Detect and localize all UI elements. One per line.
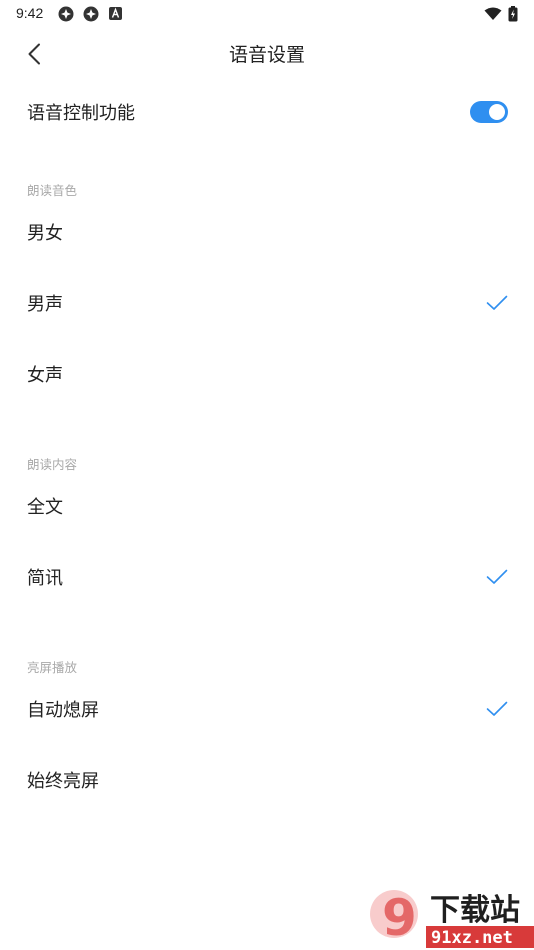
watermark-url: 91xz.net xyxy=(431,928,513,948)
option-label: 自动熄屏 xyxy=(27,700,99,721)
option-row-brief[interactable]: 简讯 xyxy=(0,542,534,612)
voice-control-row[interactable]: 语音控制功能 xyxy=(0,77,534,147)
checkmark-icon xyxy=(486,569,508,584)
watermark-logo: 9 下载站 91xz.net xyxy=(370,889,534,948)
option-row-male-voice[interactable]: 男声 xyxy=(0,268,534,338)
checkmark-icon xyxy=(486,295,508,310)
status-time: 9:42 xyxy=(16,5,44,21)
notification-a-icon xyxy=(109,7,122,20)
toggle-knob xyxy=(489,104,505,120)
page-title: 语音设置 xyxy=(228,44,305,66)
option-label: 简讯 xyxy=(27,568,63,589)
option-label: 男声 xyxy=(27,294,63,315)
status-bar: 9:42 xyxy=(0,0,534,28)
checkmark-icon xyxy=(486,701,508,716)
voice-control-toggle[interactable] xyxy=(470,101,508,123)
option-row-female-voice[interactable]: 女声 xyxy=(0,339,534,409)
option-row-full-text[interactable]: 全文 xyxy=(0,471,534,541)
notification-app-icon xyxy=(58,6,74,22)
wifi-icon xyxy=(484,7,502,20)
option-label: 男女 xyxy=(27,223,63,244)
watermark-title: 下载站 xyxy=(430,893,520,928)
option-label: 始终亮屏 xyxy=(27,771,99,792)
option-label: 女声 xyxy=(27,365,63,386)
app-header: 语音设置 xyxy=(0,30,534,76)
option-label: 全文 xyxy=(27,497,63,518)
option-row-always-on[interactable]: 始终亮屏 xyxy=(0,745,534,815)
watermark-logo-number: 9 xyxy=(382,889,417,947)
battery-charging-icon xyxy=(508,6,518,22)
notification-app-icon-2 xyxy=(83,6,99,22)
voice-control-label: 语音控制功能 xyxy=(27,103,135,124)
option-row-male-female[interactable]: 男女 xyxy=(0,197,534,267)
option-row-auto-screen-off[interactable]: 自动熄屏 xyxy=(0,674,534,744)
